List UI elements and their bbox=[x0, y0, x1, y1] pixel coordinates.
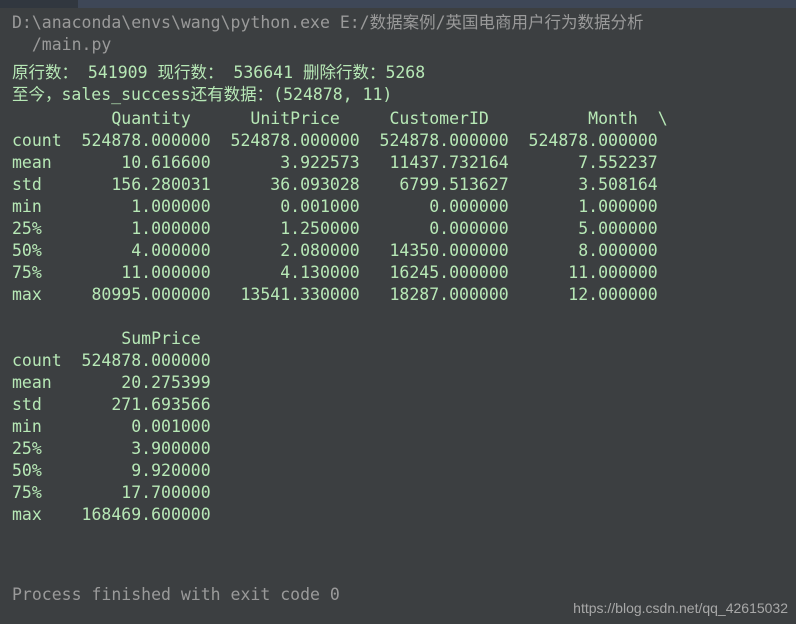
describe2-row-mean: mean 20.275399 bbox=[12, 373, 211, 392]
command-line-part1: D:\anaconda\envs\wang\python.exe E:/数据案例… bbox=[12, 13, 644, 32]
describe2-row-max: max 168469.600000 bbox=[12, 505, 211, 524]
watermark-url: https://blog.csdn.net/qq_42615032 bbox=[573, 600, 788, 616]
describe1-row-min: min 1.000000 0.001000 0.000000 1.000000 bbox=[12, 197, 658, 216]
describe2-row-50pct: 50% 9.920000 bbox=[12, 461, 211, 480]
describe1-row-std: std 156.280031 36.093028 6799.513627 3.5… bbox=[12, 175, 658, 194]
describe2-row-min: min 0.001000 bbox=[12, 417, 211, 436]
describe1-row-75pct: 75% 11.000000 4.130000 16245.000000 11.0… bbox=[12, 263, 658, 282]
describe2-row-count: count 524878.000000 bbox=[12, 351, 211, 370]
dataframe-shape-line: 至今，sales_success还有数据：(524878, 11) bbox=[12, 85, 393, 104]
describe1-row-mean: mean 10.616600 3.922573 11437.732164 7.5… bbox=[12, 153, 658, 172]
describe1-row-25pct: 25% 1.000000 1.250000 0.000000 5.000000 bbox=[12, 219, 658, 238]
pycharm-run-window: D:\anaconda\envs\wang\python.exe E:/数据案例… bbox=[0, 0, 796, 624]
toolbar bbox=[0, 0, 796, 8]
describe2-row-75pct: 75% 17.700000 bbox=[12, 483, 211, 502]
toolbar-active-segment[interactable] bbox=[0, 0, 78, 8]
process-finished-line: Process finished with exit code 0 bbox=[12, 585, 340, 604]
describe2-row-25pct: 25% 3.900000 bbox=[12, 439, 211, 458]
describe2-row-std: std 271.693566 bbox=[12, 395, 211, 414]
describe1-row-max: max 80995.000000 13541.330000 18287.0000… bbox=[12, 285, 658, 304]
describe1-row-count: count 524878.000000 524878.000000 524878… bbox=[12, 131, 658, 150]
console-output-area[interactable]: D:\anaconda\envs\wang\python.exe E:/数据案例… bbox=[0, 8, 796, 624]
describe1-row-50pct: 50% 4.000000 2.080000 14350.000000 8.000… bbox=[12, 241, 658, 260]
describe2-header: SumPrice bbox=[12, 329, 201, 348]
describe1-header: Quantity UnitPrice CustomerID Month \ bbox=[12, 109, 668, 128]
toolbar-inactive-segment[interactable] bbox=[78, 0, 796, 8]
command-line-part2: /main.py bbox=[12, 35, 112, 54]
row-count-stats-line: 原行数： 541909 现行数： 536641 删除行数：5268 bbox=[12, 63, 426, 82]
